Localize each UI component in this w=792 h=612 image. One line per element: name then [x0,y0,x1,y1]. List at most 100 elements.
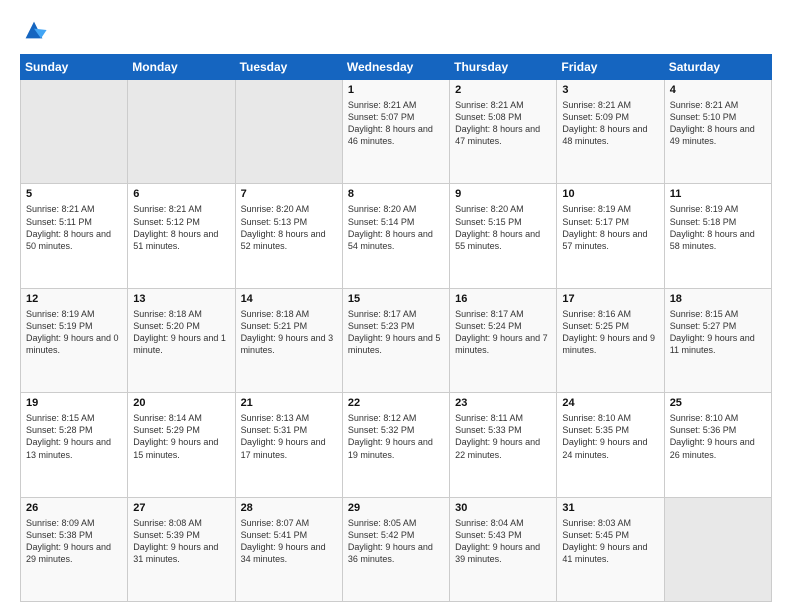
day-number: 23 [455,397,551,409]
day-number: 14 [241,293,337,305]
logo-icon [20,16,48,44]
day-number: 25 [670,397,766,409]
day-number: 2 [455,84,551,96]
day-info: Sunrise: 8:08 AMSunset: 5:39 PMDaylight:… [133,517,229,566]
weekday-header-saturday: Saturday [664,55,771,80]
day-cell-1: 1Sunrise: 8:21 AMSunset: 5:07 PMDaylight… [342,80,449,184]
day-info: Sunrise: 8:13 AMSunset: 5:31 PMDaylight:… [241,412,337,461]
calendar-table: SundayMondayTuesdayWednesdayThursdayFrid… [20,54,772,602]
day-number: 7 [241,188,337,200]
day-number: 27 [133,502,229,514]
day-number: 15 [348,293,444,305]
empty-cell [21,80,128,184]
day-info: Sunrise: 8:21 AMSunset: 5:07 PMDaylight:… [348,99,444,148]
day-info: Sunrise: 8:07 AMSunset: 5:41 PMDaylight:… [241,517,337,566]
empty-cell [128,80,235,184]
day-cell-3: 3 Sunrise: 8:21 AMSunset: 5:09 PMDaylight… [557,80,664,184]
day-info: Sunrise: 8:10 AMSunset: 5:35 PMDaylight:… [562,412,658,461]
day-number: 5 [26,188,122,200]
day-info: Sunrise: 8:20 AMSunset: 5:15 PMDaylight:… [455,203,551,252]
calendar-page: SundayMondayTuesdayWednesdayThursdayFrid… [0,0,792,612]
week-row-1: 1Sunrise: 8:21 AMSunset: 5:07 PMDaylight… [21,80,772,184]
weekday-header-friday: Friday [557,55,664,80]
day-info: Sunrise: 8:18 AMSunset: 5:20 PMDaylight:… [133,308,229,357]
day-number: 28 [241,502,337,514]
day-info: Sunrise: 8:19 AMSunset: 5:17 PMDaylight:… [562,203,658,252]
day-cell-15: 15 Sunrise: 8:17 AMSunset: 5:23 PMDayligh… [342,288,449,392]
day-cell-21: 21 Sunrise: 8:13 AMSunset: 5:31 PMDayligh… [235,393,342,497]
day-cell-9: 9Sunrise: 8:20 AMSunset: 5:15 PMDaylight… [450,184,557,288]
day-info: Sunrise: 8:05 AMSunset: 5:42 PMDaylight:… [348,517,444,566]
week-row-3: 12 Sunrise: 8:19 AMSunset: 5:19 PMDayligh… [21,288,772,392]
day-info: Sunrise: 8:21 AMSunset: 5:10 PMDaylight:… [670,99,766,148]
day-cell-14: 14 Sunrise: 8:18 AMSunset: 5:21 PMDayligh… [235,288,342,392]
day-number: 29 [348,502,444,514]
day-number: 8 [348,188,444,200]
day-info: Sunrise: 8:21 AMSunset: 5:09 PMDaylight:… [562,99,658,148]
day-info: Sunrise: 8:19 AMSunset: 5:19 PMDaylight:… [26,308,122,357]
header [20,16,772,44]
day-info: Sunrise: 8:21 AMSunset: 5:11 PMDaylight:… [26,203,122,252]
day-number: 12 [26,293,122,305]
day-info: Sunrise: 8:20 AMSunset: 5:14 PMDaylight:… [348,203,444,252]
day-info: Sunrise: 8:03 AMSunset: 5:45 PMDaylight:… [562,517,658,566]
day-info: Sunrise: 8:15 AMSunset: 5:27 PMDaylight:… [670,308,766,357]
day-number: 24 [562,397,658,409]
day-cell-19: 19 Sunrise: 8:15 AMSunset: 5:28 PMDayligh… [21,393,128,497]
day-info: Sunrise: 8:12 AMSunset: 5:32 PMDaylight:… [348,412,444,461]
day-info: Sunrise: 8:16 AMSunset: 5:25 PMDaylight:… [562,308,658,357]
day-info: Sunrise: 8:10 AMSunset: 5:36 PMDaylight:… [670,412,766,461]
day-cell-23: 23 Sunrise: 8:11 AMSunset: 5:33 PMDayligh… [450,393,557,497]
weekday-header-thursday: Thursday [450,55,557,80]
day-cell-8: 8 Sunrise: 8:20 AMSunset: 5:14 PMDaylight… [342,184,449,288]
weekday-header-wednesday: Wednesday [342,55,449,80]
day-cell-31: 31 Sunrise: 8:03 AMSunset: 5:45 PMDayligh… [557,497,664,601]
week-row-4: 19 Sunrise: 8:15 AMSunset: 5:28 PMDayligh… [21,393,772,497]
day-number: 17 [562,293,658,305]
empty-cell [664,497,771,601]
day-number: 19 [26,397,122,409]
day-info: Sunrise: 8:17 AMSunset: 5:24 PMDaylight:… [455,308,551,357]
day-number: 21 [241,397,337,409]
day-info: Sunrise: 8:21 AMSunset: 5:08 PMDaylight:… [455,99,551,148]
day-cell-11: 11Sunrise: 8:19 AMSunset: 5:18 PMDayligh… [664,184,771,288]
day-cell-16: 16Sunrise: 8:17 AMSunset: 5:24 PMDayligh… [450,288,557,392]
day-cell-12: 12 Sunrise: 8:19 AMSunset: 5:19 PMDayligh… [21,288,128,392]
weekday-header-row: SundayMondayTuesdayWednesdayThursdayFrid… [21,55,772,80]
day-cell-10: 10 Sunrise: 8:19 AMSunset: 5:17 PMDayligh… [557,184,664,288]
day-cell-6: 6 Sunrise: 8:21 AMSunset: 5:12 PMDaylight… [128,184,235,288]
day-cell-13: 13Sunrise: 8:18 AMSunset: 5:20 PMDayligh… [128,288,235,392]
day-cell-4: 4 Sunrise: 8:21 AMSunset: 5:10 PMDaylight… [664,80,771,184]
day-cell-2: 2 Sunrise: 8:21 AMSunset: 5:08 PMDaylight… [450,80,557,184]
day-info: Sunrise: 8:21 AMSunset: 5:12 PMDaylight:… [133,203,229,252]
day-cell-28: 28 Sunrise: 8:07 AMSunset: 5:41 PMDayligh… [235,497,342,601]
day-info: Sunrise: 8:11 AMSunset: 5:33 PMDaylight:… [455,412,551,461]
day-number: 6 [133,188,229,200]
day-info: Sunrise: 8:04 AMSunset: 5:43 PMDaylight:… [455,517,551,566]
day-number: 18 [670,293,766,305]
day-number: 4 [670,84,766,96]
day-info: Sunrise: 8:17 AMSunset: 5:23 PMDaylight:… [348,308,444,357]
weekday-header-tuesday: Tuesday [235,55,342,80]
day-cell-26: 26 Sunrise: 8:09 AMSunset: 5:38 PMDayligh… [21,497,128,601]
day-number: 31 [562,502,658,514]
day-cell-20: 20Sunrise: 8:14 AMSunset: 5:29 PMDayligh… [128,393,235,497]
day-cell-7: 7Sunrise: 8:20 AMSunset: 5:13 PMDaylight… [235,184,342,288]
weekday-header-monday: Monday [128,55,235,80]
day-info: Sunrise: 8:09 AMSunset: 5:38 PMDaylight:… [26,517,122,566]
day-number: 26 [26,502,122,514]
day-cell-30: 30 Sunrise: 8:04 AMSunset: 5:43 PMDayligh… [450,497,557,601]
day-info: Sunrise: 8:19 AMSunset: 5:18 PMDaylight:… [670,203,766,252]
day-cell-29: 29 Sunrise: 8:05 AMSunset: 5:42 PMDayligh… [342,497,449,601]
day-cell-24: 24 Sunrise: 8:10 AMSunset: 5:35 PMDayligh… [557,393,664,497]
day-info: Sunrise: 8:18 AMSunset: 5:21 PMDaylight:… [241,308,337,357]
day-cell-18: 18 Sunrise: 8:15 AMSunset: 5:27 PMDayligh… [664,288,771,392]
day-number: 10 [562,188,658,200]
week-row-2: 5 Sunrise: 8:21 AMSunset: 5:11 PMDaylight… [21,184,772,288]
day-info: Sunrise: 8:15 AMSunset: 5:28 PMDaylight:… [26,412,122,461]
empty-cell [235,80,342,184]
logo [20,16,52,44]
day-number: 3 [562,84,658,96]
day-number: 30 [455,502,551,514]
day-cell-22: 22Sunrise: 8:12 AMSunset: 5:32 PMDayligh… [342,393,449,497]
